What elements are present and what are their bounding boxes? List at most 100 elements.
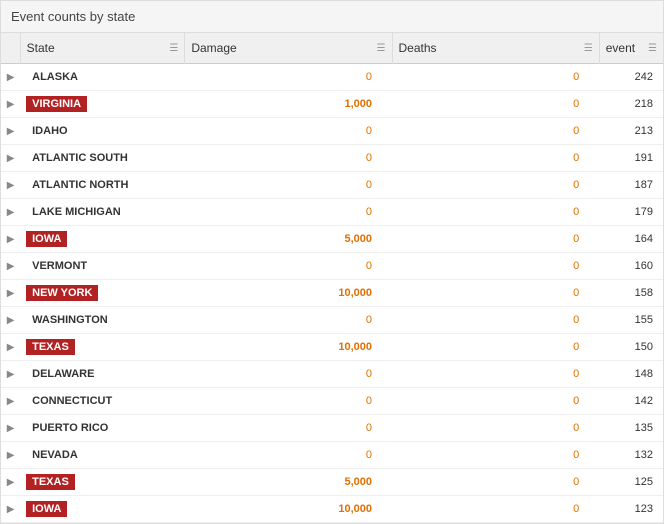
expand-cell[interactable]: ▶ <box>1 145 20 172</box>
table-row: ▶IDAHO00213 <box>1 118 663 145</box>
deaths-filter-icon[interactable]: ☰ <box>584 43 593 54</box>
damage-cell: 1,000 <box>185 91 392 118</box>
state-label: IOWA <box>26 501 67 517</box>
deaths-value: 0 <box>573 71 579 83</box>
expand-cell[interactable]: ▶ <box>1 280 20 307</box>
expand-cell[interactable]: ▶ <box>1 361 20 388</box>
event-value: 142 <box>635 395 653 407</box>
state-label: NEW YORK <box>26 285 98 301</box>
damage-value: 1,000 <box>344 98 372 110</box>
deaths-cell: 0 <box>392 118 599 145</box>
expand-icon: ▶ <box>7 315 15 326</box>
damage-filter-icon[interactable]: ☰ <box>377 43 386 54</box>
event-cell: 164 <box>599 226 663 253</box>
event-cell: 191 <box>599 145 663 172</box>
table-row: ▶ PUERTO RICO 0 0 135 <box>1 415 663 442</box>
expand-cell[interactable]: ▶ <box>1 469 20 496</box>
event-value: 187 <box>635 179 653 191</box>
state-label: TEXAS <box>26 339 75 355</box>
table-row: ▶IOWA5,0000164 <box>1 226 663 253</box>
expand-cell[interactable]: ▶ <box>1 415 20 442</box>
event-filter-icon[interactable]: ☰ <box>648 43 657 54</box>
expand-cell[interactable]: ▶ <box>1 496 20 523</box>
expand-cell[interactable]: ▶ <box>1 118 20 145</box>
expand-cell[interactable]: ▶ <box>1 91 20 118</box>
expand-cell[interactable]: ▶ <box>1 226 20 253</box>
state-cell: TEXAS <box>20 469 185 496</box>
event-cell: 242 <box>599 64 663 91</box>
state-cell: IOWA <box>20 226 185 253</box>
state-label: CONNECTICUT <box>26 393 118 409</box>
event-value: 218 <box>635 98 653 110</box>
deaths-cell: 0 <box>392 64 599 91</box>
state-label: ALASKA <box>26 69 84 85</box>
damage-cell: 10,000 <box>185 280 392 307</box>
damage-cell: 0 <box>185 307 392 334</box>
event-cell: 123 <box>599 496 663 523</box>
state-cell: WASHINGTON <box>20 307 185 334</box>
state-label: PUERTO RICO <box>26 420 114 436</box>
event-cell: 160 <box>599 253 663 280</box>
expand-icon: ▶ <box>7 207 15 218</box>
deaths-cell: 0 <box>392 145 599 172</box>
deaths-cell: 0 <box>392 442 599 469</box>
deaths-cell: 0 <box>392 361 599 388</box>
event-cell: 187 <box>599 172 663 199</box>
event-cell: 155 <box>599 307 663 334</box>
deaths-value: 0 <box>573 368 579 380</box>
deaths-value: 0 <box>573 449 579 461</box>
state-cell: VIRGINIA <box>20 91 185 118</box>
deaths-value: 0 <box>573 260 579 272</box>
table-row: ▶VIRGINIA 1,000 0 218 <box>1 91 663 118</box>
damage-value: 5,000 <box>344 476 372 488</box>
damage-value: 0 <box>366 179 372 191</box>
state-label: IOWA <box>26 231 67 247</box>
state-cell: CONNECTICUT <box>20 388 185 415</box>
event-value: 150 <box>635 341 653 353</box>
event-value: 123 <box>635 503 653 515</box>
table-row: ▶WASHINGTON00155 <box>1 307 663 334</box>
deaths-value: 0 <box>573 341 579 353</box>
damage-value: 0 <box>366 422 372 434</box>
expand-cell[interactable]: ▶ <box>1 334 20 361</box>
deaths-cell: 0 <box>392 334 599 361</box>
table-container: State ☰ Damage ☰ Deaths ☰ <box>1 33 663 523</box>
table-row: ▶ATLANTIC SOUTH00191 <box>1 145 663 172</box>
damage-value: 5,000 <box>344 233 372 245</box>
deaths-cell: 0 <box>392 91 599 118</box>
damage-value: 0 <box>366 152 372 164</box>
expand-cell[interactable]: ▶ <box>1 64 20 91</box>
expand-cell[interactable]: ▶ <box>1 442 20 469</box>
damage-cell: 0 <box>185 145 392 172</box>
damage-cell: 0 <box>185 253 392 280</box>
deaths-value: 0 <box>573 125 579 137</box>
deaths-value: 0 <box>573 422 579 434</box>
state-label: NEVADA <box>26 447 84 463</box>
event-value: 125 <box>635 476 653 488</box>
state-label: LAKE MICHIGAN <box>26 204 127 220</box>
deaths-cell: 0 <box>392 172 599 199</box>
state-cell: DELAWARE <box>20 361 185 388</box>
expand-icon: ▶ <box>7 72 15 83</box>
expand-cell[interactable]: ▶ <box>1 307 20 334</box>
damage-cell: 0 <box>185 118 392 145</box>
main-panel: Event counts by state State ☰ Damage <box>0 0 664 524</box>
expand-cell[interactable]: ▶ <box>1 388 20 415</box>
event-value: 135 <box>635 422 653 434</box>
deaths-value: 0 <box>573 206 579 218</box>
deaths-value: 0 <box>573 179 579 191</box>
expand-cell[interactable]: ▶ <box>1 199 20 226</box>
expand-cell[interactable]: ▶ <box>1 253 20 280</box>
state-cell: IOWA <box>20 496 185 523</box>
table-row: ▶TEXAS5,0000125 <box>1 469 663 496</box>
table-row: ▶ TEXAS 10,000 0 150 <box>1 334 663 361</box>
expand-icon: ▶ <box>7 288 15 299</box>
state-label: WASHINGTON <box>26 312 114 328</box>
expand-icon: ▶ <box>7 504 15 515</box>
deaths-cell: 0 <box>392 307 599 334</box>
expand-cell[interactable]: ▶ <box>1 172 20 199</box>
state-filter-icon[interactable]: ☰ <box>169 43 178 54</box>
damage-cell: 10,000 <box>185 334 392 361</box>
table-row: ▶ALASKA00242 <box>1 64 663 91</box>
deaths-value: 0 <box>573 503 579 515</box>
